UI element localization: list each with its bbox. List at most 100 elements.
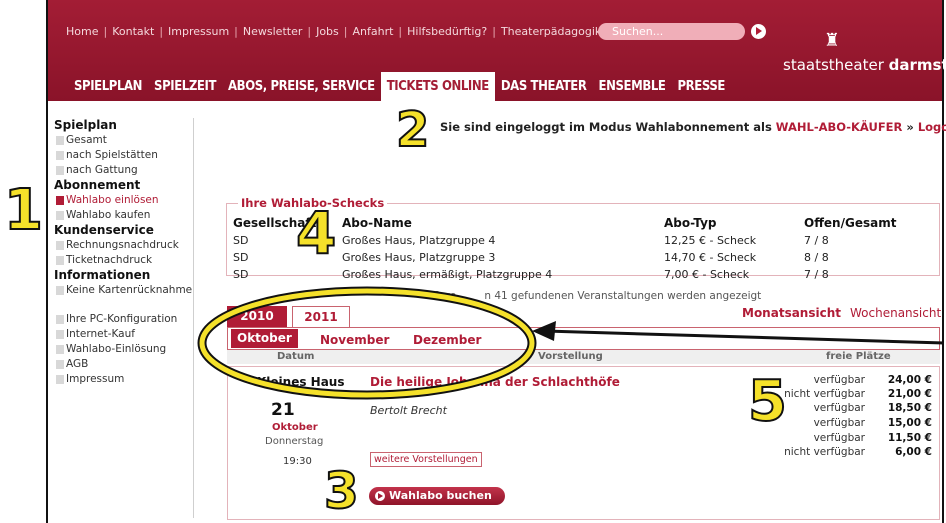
logout-link[interactable]: Logout: [918, 120, 946, 134]
monatsansicht-link[interactable]: Monatsansicht: [742, 306, 841, 320]
seat-status: nicht verfügbar: [784, 446, 865, 458]
crest-logo-icon: ♜: [823, 30, 841, 51]
search-input[interactable]: Suchen...: [598, 23, 745, 40]
callout-marker-5: 5: [747, 369, 788, 434]
seat-status: verfügbar: [813, 417, 865, 429]
tab-year-2011[interactable]: 2011: [292, 306, 350, 327]
nav-spielzeit[interactable]: SPIELZEIT: [148, 72, 222, 101]
callout-marker-2: 2: [395, 102, 430, 158]
results-count-right: n 41 gefundenen Veranstaltungen werden a…: [484, 290, 762, 302]
col-header-datum: Datum: [277, 351, 315, 362]
separator: |: [492, 25, 496, 38]
sidebar-item-internet-kauf[interactable]: Internet-Kauf: [54, 327, 194, 342]
event-day: 21: [271, 400, 295, 420]
seat-status: nicht verfügbar: [784, 388, 865, 400]
sidebar-item-agb[interactable]: AGB: [54, 357, 194, 372]
table-cell: SD: [233, 234, 249, 247]
col-header-abo-typ: Abo-Typ: [664, 216, 717, 230]
nav-presse[interactable]: PRESSE: [672, 72, 731, 101]
nav-ensemble[interactable]: ENSEMBLE: [593, 72, 672, 101]
table-cell: Großes Haus, Platzgruppe 3: [342, 251, 496, 264]
seat-status: verfügbar: [813, 374, 865, 386]
topnav-impressum[interactable]: Impressum: [168, 25, 229, 38]
sidebar-heading-abonnement: Abonnement: [54, 178, 141, 192]
nav-abos-preise-service[interactable]: ABOS, PREISE, SERVICE: [222, 72, 381, 101]
sidebar-heading-spielplan: Spielplan: [54, 118, 117, 132]
topnav-kontakt[interactable]: Kontakt: [112, 25, 154, 38]
table-cell: Großes Haus, ermäßigt, Platzgruppe 4: [342, 268, 553, 281]
nav-tickets-online[interactable]: TICKETS ONLINE: [380, 72, 495, 101]
event-month: Oktober: [272, 422, 318, 433]
separator: |: [159, 25, 164, 38]
logo-bold: darmstadt: [888, 56, 946, 74]
sidebar-item-nach-gattung[interactable]: nach Gattung: [54, 163, 194, 178]
seat-price[interactable]: 11,50 €: [888, 432, 932, 444]
seat-price[interactable]: 15,00 €: [888, 417, 932, 429]
table-cell: 14,70 € - Scheck: [664, 251, 757, 264]
seat-price[interactable]: 18,50 €: [888, 402, 932, 414]
search-submit-icon[interactable]: [751, 24, 766, 39]
tab-month-dezember[interactable]: Dezember: [413, 333, 481, 347]
login-role-link[interactable]: WAHL-ABO-KÄUFER: [776, 120, 903, 134]
seat-price: 6,00 €: [895, 446, 932, 458]
sidebar-item-ticketnachdruck[interactable]: Ticketnachdruck: [54, 253, 194, 268]
sidebar-item-pc-konfiguration[interactable]: Ihre PC-Konfiguration: [54, 312, 194, 327]
nav-das-theater[interactable]: DAS THEATER: [495, 72, 593, 101]
event-time: 19:30: [283, 456, 312, 467]
separator: |: [398, 25, 403, 38]
wochenansicht-link[interactable]: Wochenansicht: [850, 306, 941, 320]
more-performances-button[interactable]: weitere Vorstellungen: [370, 452, 482, 467]
seat-price: 21,00 €: [887, 388, 932, 400]
tab-month-november[interactable]: November: [320, 333, 389, 347]
event-title-link[interactable]: Die heilige Johanna der Schlachthöfe: [370, 375, 620, 389]
seat-status: verfügbar: [813, 402, 865, 414]
nav-spielplan[interactable]: SPIELPLAN: [68, 72, 148, 101]
table-cell: 7,00 € - Scheck: [664, 268, 750, 281]
sidebar-item-impressum[interactable]: Impressum: [54, 372, 194, 387]
sidebar-item-keine-kartenruecknahme[interactable]: Keine Kartenrücknahme: [54, 283, 194, 312]
frame-right-border: [942, 0, 944, 523]
separator: |: [343, 25, 348, 38]
topnav-home[interactable]: Home: [66, 25, 98, 38]
topnav-jobs[interactable]: Jobs: [316, 25, 339, 38]
results-count-left: 28 vo: [427, 290, 457, 302]
sidebar-heading-kundenservice: Kundenservice: [54, 223, 154, 237]
site-logo[interactable]: staatstheater darmstadt: [783, 56, 946, 74]
logo-prefix: staatstheater: [783, 56, 889, 74]
main-navigation: SPIELPLAN SPIELZEIT ABOS, PREISE, SERVIC…: [68, 72, 731, 101]
col-header-freie-plaetze: freie Plätze: [826, 351, 891, 362]
results-count-text: 28 vo n 41 gefundenen Veranstaltungen wer…: [427, 290, 761, 302]
tab-year-2010[interactable]: 2010: [227, 306, 287, 327]
sidebar-heading-informationen: Informationen: [54, 268, 151, 282]
login-status: Sie sind eingeloggt im Modus Wahlabonnem…: [440, 120, 946, 134]
topnav-theaterpaedagogik[interactable]: Theaterpädagogik: [501, 25, 601, 38]
topnav-newsletter[interactable]: Newsletter: [243, 25, 302, 38]
table-cell: SD: [233, 251, 249, 264]
table-cell: Großes Haus, Platzgruppe 4: [342, 234, 496, 247]
page: { "header": { "topnav": ["Home", "Kontak…: [0, 0, 946, 523]
book-wahlabo-button[interactable]: Wahlabo buchen: [369, 487, 505, 505]
topnav-hilfsbeduerftig[interactable]: Hilfsbedürftig?: [407, 25, 487, 38]
sidebar-item-gesamt[interactable]: Gesamt: [54, 133, 194, 148]
seat-status: verfügbar: [813, 432, 865, 444]
sidebar-item-wahlabo-einloesen[interactable]: Wahlabo einlösen: [54, 193, 194, 208]
separator: |: [307, 25, 312, 38]
table-cell: 12,25 € - Scheck: [664, 234, 757, 247]
sidebar-item-nach-spielstaetten[interactable]: nach Spielstätten: [54, 148, 194, 163]
topnav-anfahrt[interactable]: Anfahrt: [352, 25, 393, 38]
sidebar-item-wahlabo-einloesung[interactable]: Wahlabo-Einlösung: [54, 342, 194, 357]
top-navigation: Home | Kontakt | Impressum | Newsletter | Jobs | A…: [66, 25, 601, 38]
table-cell: SD: [233, 268, 249, 281]
separator: |: [234, 25, 238, 38]
separator: |: [103, 25, 108, 38]
sidebar-item-wahlabo-kaufen[interactable]: Wahlabo kaufen: [54, 208, 194, 223]
seat-price[interactable]: 24,00 €: [888, 374, 932, 386]
event-venue: Kleines Haus: [257, 375, 345, 389]
site-header: Home | Kontakt | Impressum | Newsletter | Jobs | A…: [48, 0, 946, 101]
sidebar-item-rechnungsnachdruck[interactable]: Rechnungsnachdruck: [54, 238, 194, 253]
col-header-offen-gesamt: Offen/Gesamt: [804, 216, 897, 230]
table-cell: 7 / 8: [804, 268, 829, 281]
sidebar: Spielplan Gesamt nach Spielstätten nach …: [54, 118, 194, 387]
login-separator: »: [902, 120, 918, 134]
tab-month-oktober[interactable]: Oktober: [231, 329, 298, 348]
